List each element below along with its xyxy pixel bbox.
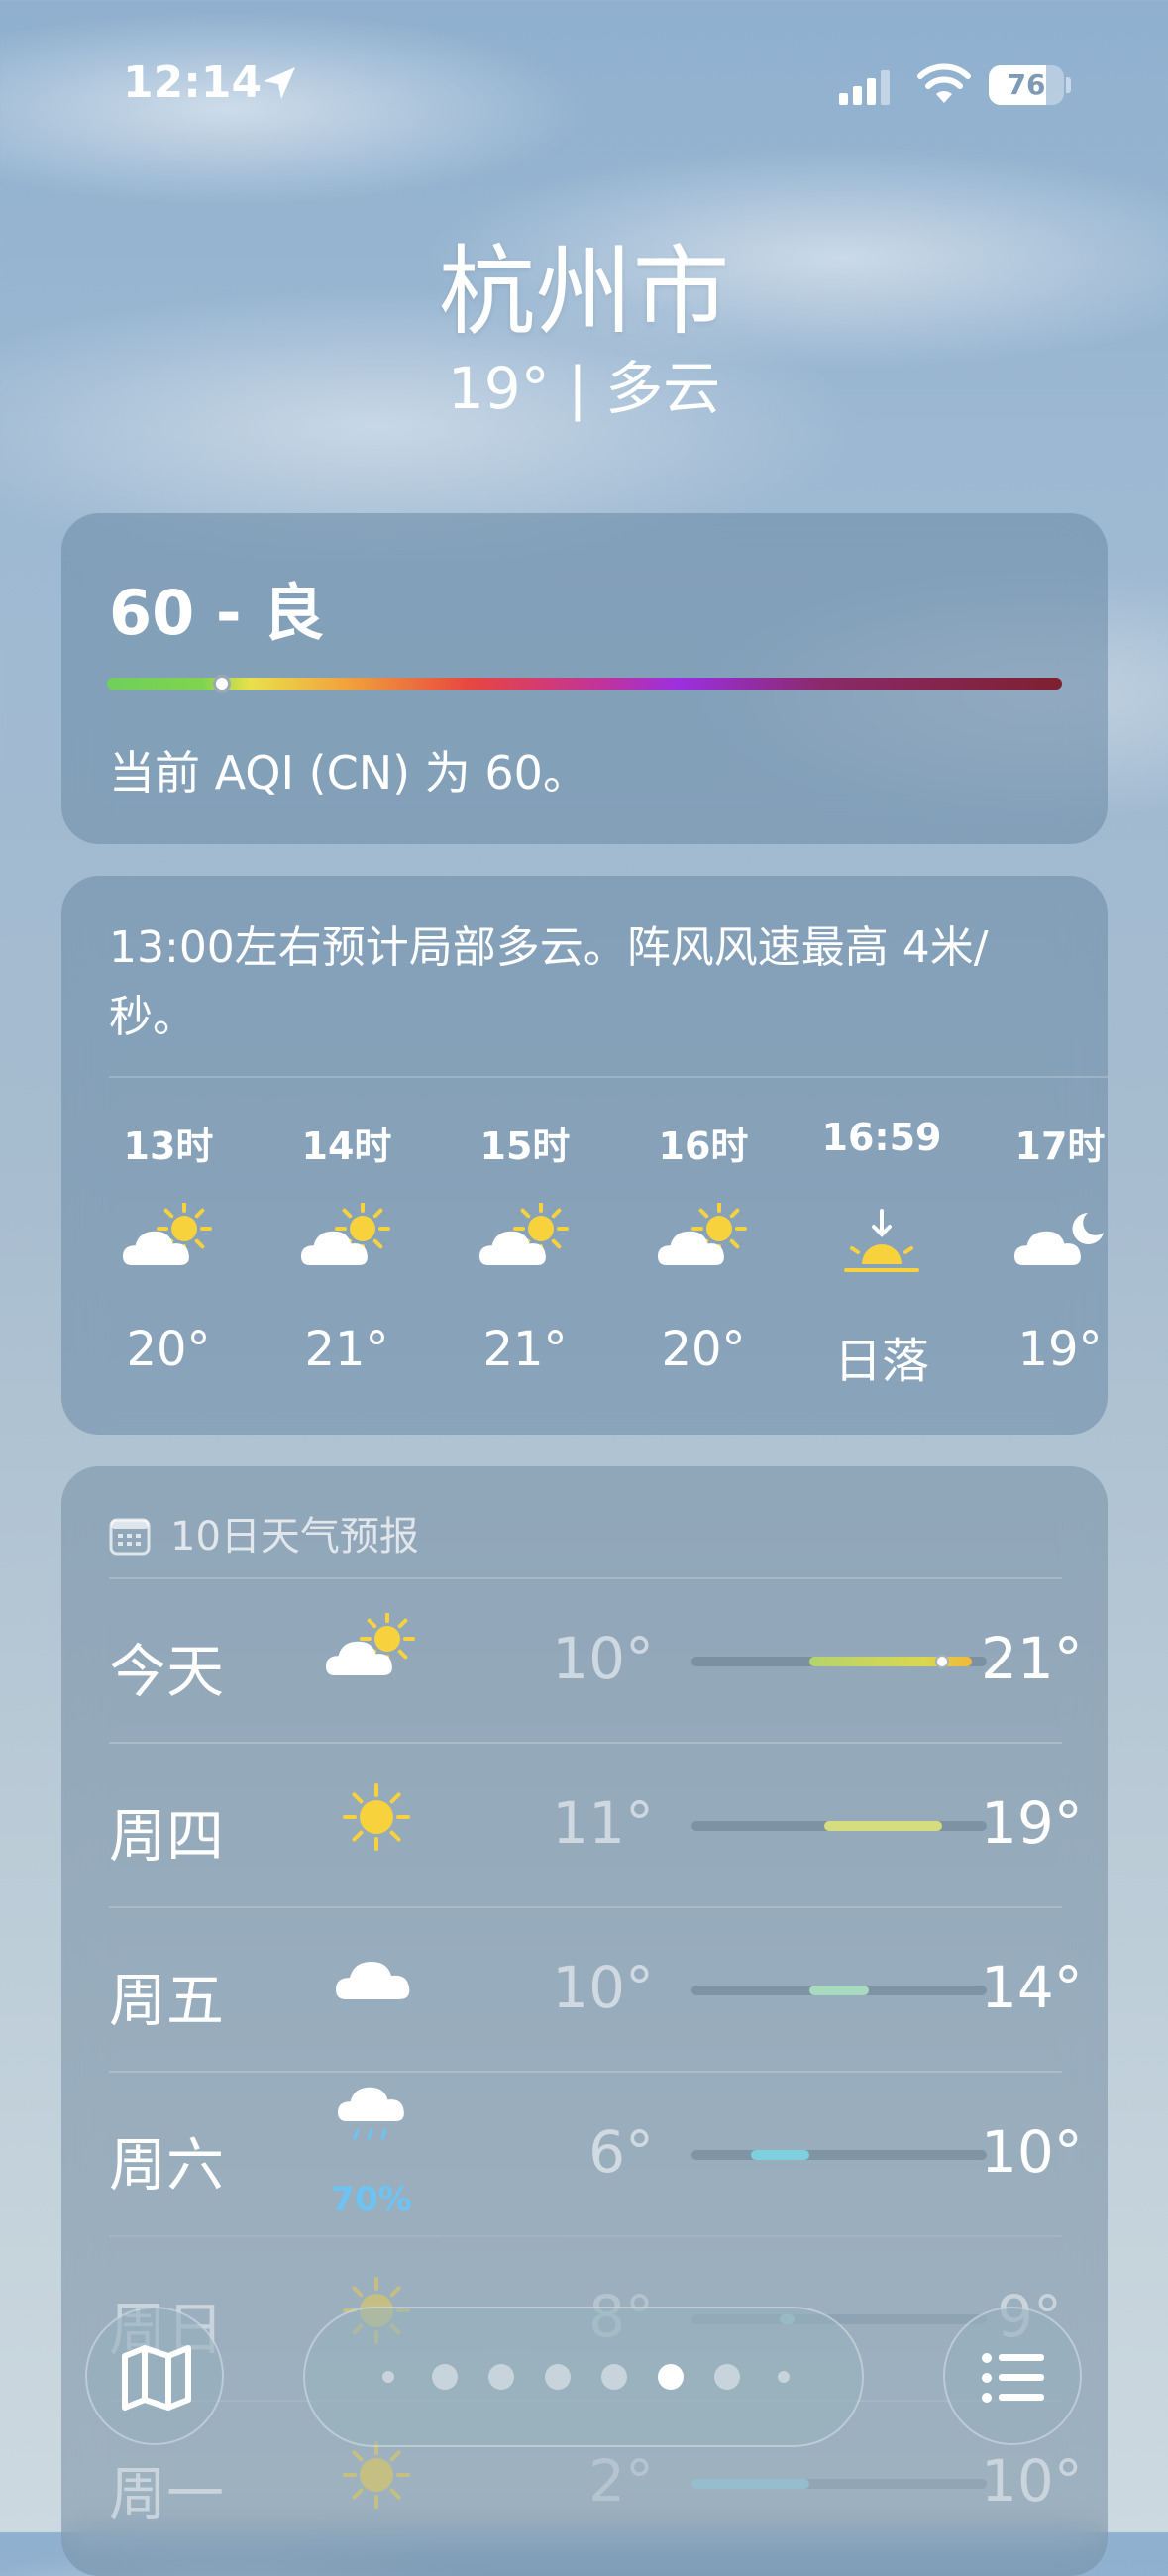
hourly-temp: 21° — [482, 1322, 568, 1377]
high-temp: 10° — [981, 2118, 1083, 2186]
low-temp: 10° — [552, 1954, 654, 2021]
calendar-icon — [109, 1518, 151, 1556]
hourly-time: 16时 — [658, 1125, 749, 1168]
hourly-time: 14时 — [301, 1125, 392, 1168]
hourly-forecast-card[interactable]: 13:00左右预计局部多云。阵风风速最高 4米/秒。 13时 20° 14时 21° 1… — [61, 876, 1108, 1435]
page-dot[interactable] — [431, 2364, 458, 2390]
divider — [109, 1742, 1062, 1744]
hourly-time: 15时 — [479, 1125, 571, 1168]
page-dot[interactable] — [657, 2364, 684, 2390]
page-dot[interactable] — [381, 2371, 394, 2383]
battery-icon: 76 — [989, 65, 1064, 105]
cellular-signal-icon — [839, 70, 890, 105]
daily-row: 周六 70% 6° 10° — [109, 2071, 1083, 2235]
page-dot[interactable] — [487, 2364, 514, 2390]
hourly-temp: 20° — [126, 1322, 211, 1377]
status-time: 12:14 — [123, 57, 263, 108]
low-temp: 6° — [588, 2118, 654, 2186]
daily-row: 周四 11° 19° — [109, 1742, 1083, 1906]
temp-range-fill — [824, 1821, 943, 1831]
aqi-scale-bar — [107, 678, 1062, 690]
partly-cloudy-moon-icon — [1014, 1213, 1104, 1265]
wifi-icon — [917, 63, 971, 103]
temp-range-fill — [750, 2150, 810, 2160]
day-label: 周一 — [109, 2460, 225, 2527]
precip-chance: 70% — [331, 2180, 412, 2219]
battery-tip — [1066, 77, 1071, 93]
partly-cloudy-sun-icon — [123, 1203, 212, 1265]
day-label: 周六 — [109, 2131, 225, 2199]
partly-cloudy-sun-icon — [658, 1203, 747, 1265]
partly-cloudy-sun-icon — [479, 1203, 569, 1265]
temp-range-bar — [691, 1986, 987, 1995]
low-temp: 11° — [552, 1789, 654, 1857]
battery-percent: 76 — [1007, 68, 1046, 101]
day-label: 周五 — [109, 1967, 225, 2034]
hourly-temp: 20° — [661, 1322, 746, 1377]
page-dot[interactable] — [600, 2364, 627, 2390]
high-temp: 14° — [981, 1954, 1083, 2021]
map-button[interactable] — [85, 2307, 224, 2445]
map-icon — [122, 2345, 191, 2411]
hourly-time: 17时 — [1014, 1125, 1106, 1168]
hourly-scroll-strip[interactable]: 13时 20° 14时 21° 15时 21° 16时 20° 16:59 日落 17时 19° — [109, 1074, 1108, 1431]
page-dot[interactable] — [544, 2364, 571, 2390]
low-temp: 2° — [588, 2447, 654, 2515]
aqi-description: 当前 AQI (CN) 为 60。 — [109, 746, 588, 800]
list-icon — [982, 2353, 1044, 2403]
temp-range-bar — [691, 2479, 987, 2489]
hourly-temp: 19° — [1017, 1322, 1103, 1377]
current-conditions: 19° | 多云 — [447, 355, 721, 422]
temp-range-fill — [809, 1986, 869, 1995]
day-label: 周四 — [109, 1802, 225, 1870]
city-list-button[interactable] — [943, 2307, 1082, 2445]
status-bar: 12:14 76 — [0, 0, 1168, 168]
divider — [109, 2235, 1062, 2237]
sun-icon — [343, 2441, 410, 2509]
page-dot[interactable] — [777, 2371, 790, 2383]
high-temp: 19° — [981, 1789, 1083, 1857]
aqi-indicator — [212, 675, 231, 693]
high-temp: 21° — [981, 1625, 1083, 1692]
hourly-temp: 21° — [304, 1322, 389, 1377]
hourly-summary: 13:00左右预计局部多云。阵风风速最高 4米/秒。 — [109, 922, 989, 1042]
temp-range-bar — [691, 1655, 987, 1668]
divider — [109, 1906, 1062, 1908]
sunset-icon — [844, 1209, 919, 1272]
day-label: 今天 — [109, 1638, 225, 1705]
low-temp: 10° — [552, 1625, 654, 1692]
daily-row: 周五 10° 14° — [109, 1906, 1083, 2071]
page-indicator[interactable] — [303, 2307, 864, 2447]
hourly-time: 16:59 — [821, 1116, 942, 1159]
aqi-value: 60 - 良 — [109, 577, 325, 649]
city-name: 杭州市 — [438, 236, 730, 349]
page-dot[interactable] — [713, 2364, 740, 2390]
location-arrow-icon — [264, 67, 295, 99]
aqi-card[interactable]: 60 - 良 当前 AQI (CN) 为 60。 — [61, 513, 1108, 844]
hourly-time: 13时 — [123, 1125, 214, 1168]
high-temp: 10° — [981, 2447, 1083, 2515]
partly-cloudy-sun-icon — [326, 1613, 415, 1675]
cloud-icon — [336, 1962, 410, 1999]
divider — [109, 1577, 1062, 1579]
ten-day-title: 10日天气预报 — [170, 1514, 419, 1559]
temp-range-bar — [691, 2150, 987, 2160]
hourly-temp: 日落 — [833, 1334, 929, 1389]
temp-range-fill — [691, 2479, 810, 2489]
partly-cloudy-sun-icon — [301, 1203, 390, 1265]
temp-range-bar — [691, 1821, 987, 1831]
rain-cloud-icon — [338, 2087, 404, 2140]
divider — [109, 2071, 1062, 2073]
sun-icon — [343, 1783, 410, 1851]
daily-row: 今天 10° 21° — [109, 1577, 1083, 1742]
